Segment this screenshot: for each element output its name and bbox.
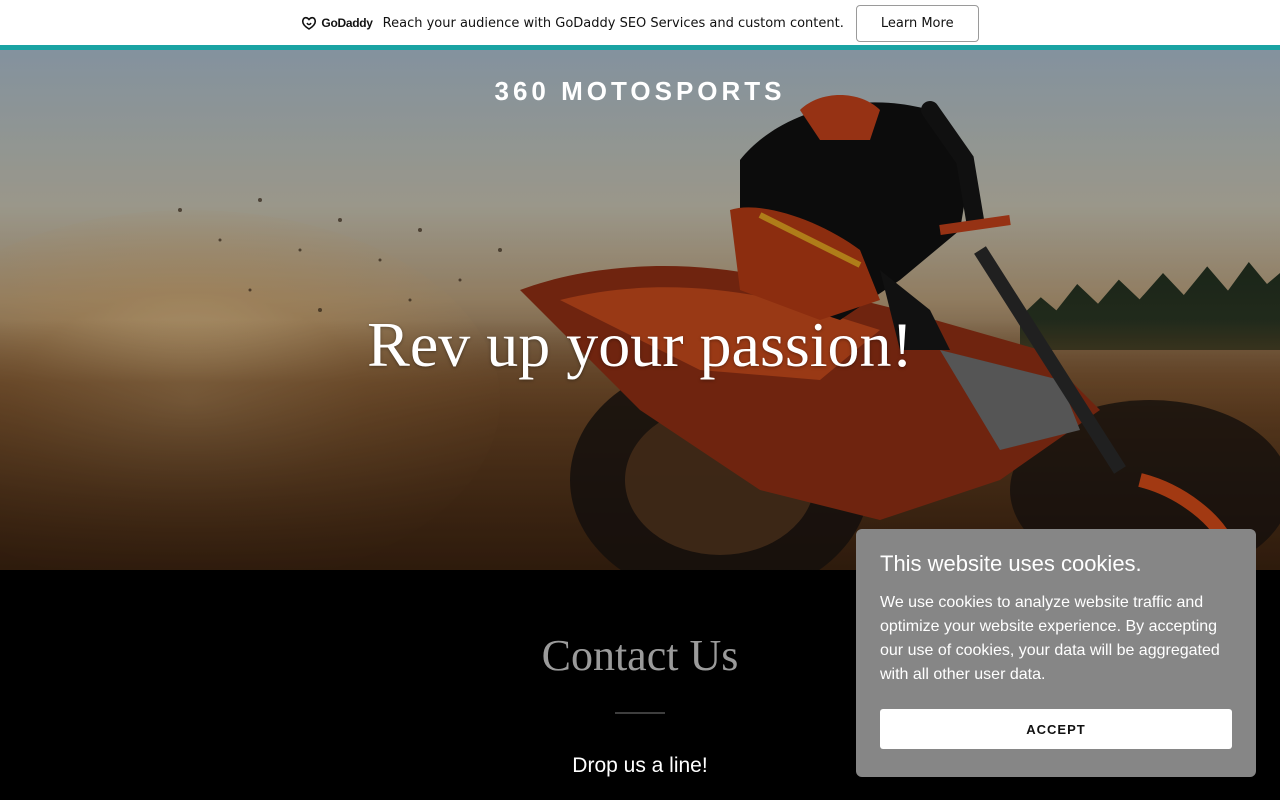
hero-headline: Rev up your passion! bbox=[367, 309, 913, 380]
contact-divider bbox=[615, 712, 665, 714]
godaddy-logo-text: GoDaddy bbox=[321, 16, 373, 30]
promo-banner: GoDaddy Reach your audience with GoDaddy… bbox=[0, 0, 1280, 46]
cookie-message: We use cookies to analyze website traffi… bbox=[880, 594, 1220, 683]
godaddy-logo-icon bbox=[302, 16, 317, 30]
learn-more-button[interactable]: Learn More bbox=[855, 4, 979, 42]
cookie-banner: This website uses cookies. We use cookie… bbox=[856, 529, 1256, 777]
cookie-title: This website uses cookies. bbox=[880, 551, 1142, 576]
accept-cookies-button[interactable]: ACCEPT bbox=[880, 709, 1232, 749]
site-title[interactable]: 360 MOTOSPORTS bbox=[0, 76, 1280, 107]
godaddy-logo[interactable]: GoDaddy bbox=[301, 16, 373, 30]
promo-message: Reach your audience with GoDaddy SEO Ser… bbox=[382, 15, 844, 31]
